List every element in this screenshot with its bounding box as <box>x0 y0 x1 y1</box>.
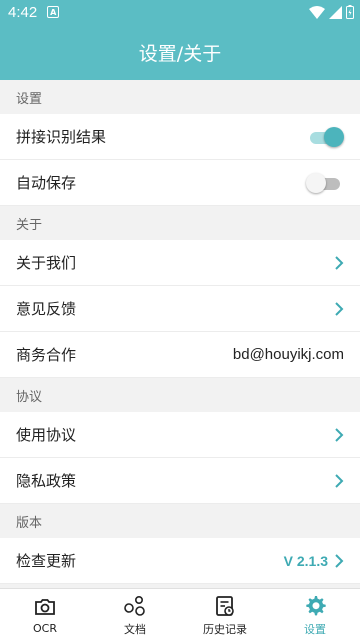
nav-ocr[interactable]: OCR <box>0 589 90 641</box>
documents-icon <box>124 595 145 616</box>
gear-icon <box>306 595 326 615</box>
app-bar: 设置/关于 <box>0 24 360 80</box>
privacy-label: 隐私政策 <box>16 472 77 490</box>
section-header-settings: 设置 <box>0 80 360 114</box>
stitch-toggle[interactable] <box>306 126 344 148</box>
chevron-right-icon <box>335 473 344 488</box>
status-icons <box>309 5 354 19</box>
business-row[interactable]: 商务合作 bd@houyikj.com <box>0 332 360 378</box>
camera-icon <box>35 599 55 615</box>
setting-autosave-label: 自动保存 <box>16 174 77 192</box>
chevron-right-icon <box>335 553 344 568</box>
feedback-label: 意见反馈 <box>16 300 77 318</box>
nav-settings[interactable]: 设置 <box>270 589 360 641</box>
business-label: 商务合作 <box>16 346 77 364</box>
about-us-label: 关于我们 <box>16 254 77 272</box>
version-value: V 2.1.3 <box>283 552 328 569</box>
status-time: 4:42 <box>8 3 38 21</box>
signal-icon <box>329 5 342 19</box>
autosave-toggle[interactable] <box>306 172 344 194</box>
business-email[interactable]: bd@houyikj.com <box>233 346 344 363</box>
terms-row[interactable]: 使用协议 <box>0 412 360 458</box>
notification-icon: A <box>47 6 60 18</box>
chevron-right-icon <box>335 255 344 270</box>
chevron-right-icon <box>335 427 344 442</box>
section-header-agreement: 协议 <box>0 378 360 412</box>
setting-stitch-label: 拼接识别结果 <box>16 128 107 146</box>
bottom-nav: OCR 文档 历史记录 设置 <box>0 588 360 641</box>
check-update-row[interactable]: 检查更新 V 2.1.3 <box>0 538 360 584</box>
status-bar: 4:42 A <box>0 0 360 24</box>
section-header-version: 版本 <box>0 504 360 538</box>
nav-history[interactable]: 历史记录 <box>180 589 270 641</box>
setting-stitch-results[interactable]: 拼接识别结果 <box>0 114 360 160</box>
chevron-right-icon <box>335 301 344 316</box>
nav-ocr-label: OCR <box>33 622 57 635</box>
setting-autosave[interactable]: 自动保存 <box>0 160 360 206</box>
terms-label: 使用协议 <box>16 426 77 444</box>
feedback-row[interactable]: 意见反馈 <box>0 286 360 332</box>
page-title: 设置/关于 <box>138 42 222 65</box>
nav-documents[interactable]: 文档 <box>90 589 180 641</box>
check-update-label: 检查更新 <box>16 552 77 570</box>
history-icon <box>216 595 234 616</box>
nav-history-label: 历史记录 <box>203 622 247 636</box>
nav-settings-label: 设置 <box>304 622 326 636</box>
about-us-row[interactable]: 关于我们 <box>0 240 360 286</box>
wifi-icon <box>309 5 325 19</box>
privacy-row[interactable]: 隐私政策 <box>0 458 360 504</box>
nav-documents-label: 文档 <box>124 622 146 636</box>
battery-icon <box>346 5 354 19</box>
section-header-about: 关于 <box>0 206 360 240</box>
